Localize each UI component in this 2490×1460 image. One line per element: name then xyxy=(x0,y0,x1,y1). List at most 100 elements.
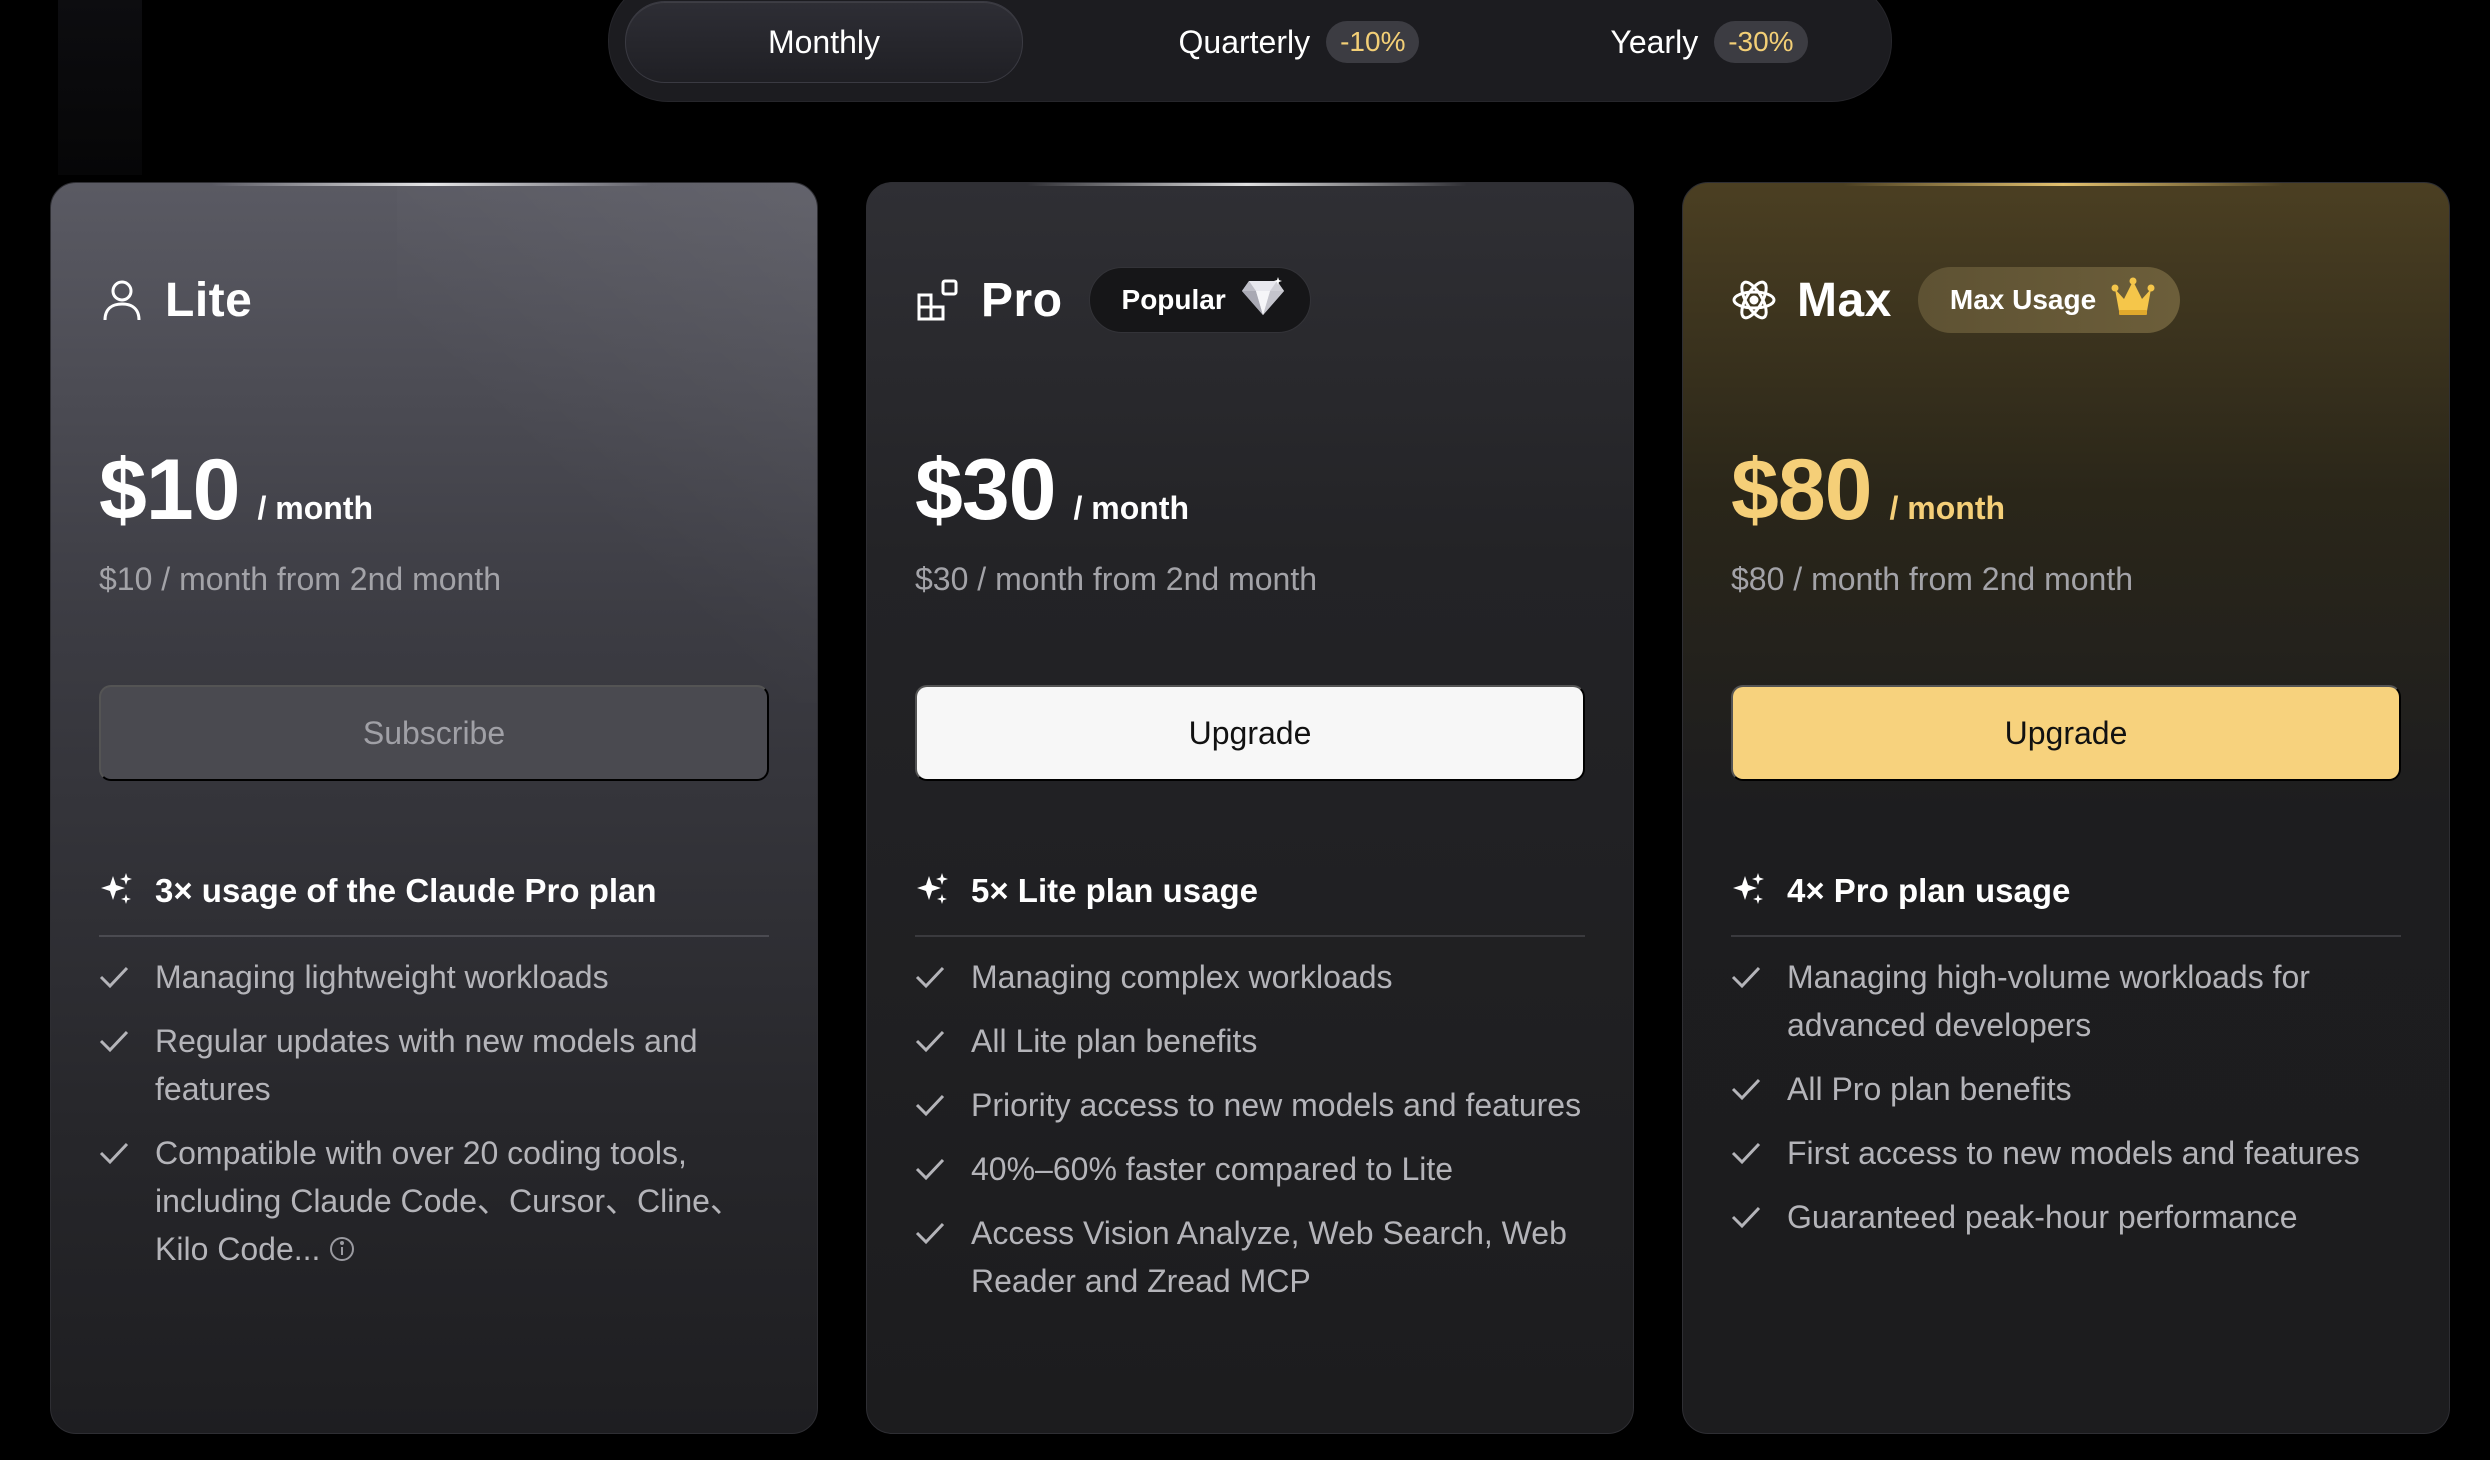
usage-summary: 5× Lite plan usage xyxy=(915,865,1585,917)
check-icon xyxy=(915,1017,949,1065)
price-amount: $10 xyxy=(99,442,240,538)
feature-item: Access Vision Analyze, Web Search, Web R… xyxy=(915,1209,1595,1305)
price-amount: $30 xyxy=(915,442,1056,538)
user-icon xyxy=(99,277,145,323)
check-icon xyxy=(915,1209,949,1257)
subscribe-button[interactable]: Subscribe xyxy=(99,685,769,781)
billing-period-toggle: Monthly Quarterly -10% Yearly -30% xyxy=(608,0,1892,102)
plan-card-max: Max Max Usage $80 / month $80 / month fr… xyxy=(1682,182,2450,1434)
usage-label: 3× usage of the Claude Pro plan xyxy=(155,872,657,909)
billing-option-monthly[interactable]: Monthly xyxy=(625,1,1023,83)
renewal-price: $30 / month from 2nd month xyxy=(915,561,1317,597)
plan-header: Pro Popular xyxy=(915,265,1311,335)
divider xyxy=(915,935,1585,937)
feature-text: First access to new models and features xyxy=(1787,1135,2360,1171)
check-icon xyxy=(915,953,949,1001)
renewal-price: $80 / month from 2nd month xyxy=(1731,561,2133,597)
feature-item: First access to new models and features xyxy=(1731,1129,2411,1177)
check-icon xyxy=(1731,1129,1765,1177)
billing-option-label: Yearly xyxy=(1610,23,1699,60)
upgrade-button[interactable]: Upgrade xyxy=(1731,685,2401,781)
sparkle-icon xyxy=(99,872,133,911)
price-period: / month xyxy=(257,490,374,526)
popular-badge: Popular xyxy=(1088,267,1311,333)
billing-option-label: Monthly xyxy=(767,23,881,60)
usage-label: 5× Lite plan usage xyxy=(971,872,1259,909)
plan-header: Max Max Usage xyxy=(1731,265,2181,335)
plan-price: $10 / month xyxy=(99,441,373,540)
plan-name: Max xyxy=(1797,273,1892,327)
feature-text-wrap: Compatible with over 20 coding tools, in… xyxy=(155,1129,775,1276)
atom-icon xyxy=(1731,277,1777,323)
check-icon xyxy=(1731,1065,1765,1113)
feature-item: Guaranteed peak-hour performance xyxy=(1731,1193,2411,1241)
feature-text: All Pro plan benefits xyxy=(1787,1071,2072,1107)
feature-item: Regular updates with new models and feat… xyxy=(99,1017,779,1113)
usage-summary: 3× usage of the Claude Pro plan xyxy=(99,865,769,917)
billing-option-yearly[interactable]: Yearly -30% xyxy=(1539,1,1879,83)
check-icon xyxy=(1731,953,1765,1001)
feature-text: Managing lightweight workloads xyxy=(155,959,609,995)
plan-name: Lite xyxy=(165,273,253,327)
price-period: / month xyxy=(1889,490,2006,526)
feature-text: Compatible with over 20 coding tools, in… xyxy=(155,1135,742,1267)
pricing-page: Monthly Quarterly -10% Yearly -30% Lite … xyxy=(0,0,2490,1460)
feature-text: Managing complex workloads xyxy=(971,959,1393,995)
discount-badge: -30% xyxy=(1714,21,1808,63)
check-icon xyxy=(99,1129,133,1177)
usage-summary: 4× Pro plan usage xyxy=(1731,865,2401,917)
feature-text: Priority access to new models and featur… xyxy=(971,1087,1582,1123)
plan-card-lite: Lite $10 / month $10 / month from 2nd mo… xyxy=(50,182,818,1434)
divider xyxy=(99,935,769,937)
check-icon xyxy=(1731,1193,1765,1241)
discount-badge: -10% xyxy=(1326,21,1420,63)
plan-price: $30 / month xyxy=(915,441,1189,540)
billing-option-quarterly[interactable]: Quarterly -10% xyxy=(1109,1,1489,83)
card-sheen xyxy=(397,183,817,703)
feature-text: Access Vision Analyze, Web Search, Web R… xyxy=(971,1215,1567,1299)
check-icon xyxy=(99,1017,133,1065)
plan-header: Lite xyxy=(99,265,252,335)
check-icon xyxy=(915,1145,949,1193)
feature-text: All Lite plan benefits xyxy=(971,1023,1258,1059)
feature-item: 40%–60% faster compared to Lite xyxy=(915,1145,1595,1193)
feature-item: Managing lightweight workloads xyxy=(99,953,779,1001)
badge-label: Popular xyxy=(1121,284,1226,315)
feature-list: Managing high-volume workloads for advan… xyxy=(1731,953,2411,1257)
info-icon[interactable] xyxy=(328,1228,356,1276)
feature-item: Priority access to new models and featur… xyxy=(915,1081,1595,1129)
price-period: / month xyxy=(1073,490,1190,526)
plan-name: Pro xyxy=(981,273,1063,327)
plan-price: $80 / month xyxy=(1731,441,2005,540)
check-icon xyxy=(99,953,133,1001)
max-usage-badge: Max Usage xyxy=(1917,267,2181,333)
check-icon xyxy=(915,1081,949,1129)
feature-list: Managing complex workloads All Lite plan… xyxy=(915,953,1595,1321)
plan-card-pro: Pro Popular $30 / month $30 / month from… xyxy=(866,182,1634,1434)
card-top-highlight xyxy=(1843,183,2283,186)
card-top-highlight xyxy=(1027,183,1467,186)
background-stripe xyxy=(58,0,142,175)
diamond-icon xyxy=(1240,276,1286,324)
renewal-price: $10 / month from 2nd month xyxy=(99,561,501,597)
feature-text: Managing high-volume workloads for advan… xyxy=(1787,959,2310,1043)
divider xyxy=(1731,935,2401,937)
usage-label: 4× Pro plan usage xyxy=(1787,872,2071,909)
billing-option-label: Quarterly xyxy=(1178,23,1311,60)
price-amount: $80 xyxy=(1731,442,1872,538)
badge-label: Max Usage xyxy=(1949,284,2097,315)
sparkle-icon xyxy=(1731,872,1765,911)
feature-list: Managing lightweight workloads Regular u… xyxy=(99,953,779,1292)
feature-item: Managing high-volume workloads for advan… xyxy=(1731,953,2411,1049)
blocks-icon xyxy=(915,277,961,323)
crown-icon xyxy=(2110,277,2156,324)
feature-item: All Lite plan benefits xyxy=(915,1017,1595,1065)
feature-text: Regular updates with new models and feat… xyxy=(155,1023,698,1107)
feature-item: All Pro plan benefits xyxy=(1731,1065,2411,1113)
feature-text: 40%–60% faster compared to Lite xyxy=(971,1151,1454,1187)
upgrade-button[interactable]: Upgrade xyxy=(915,685,1585,781)
feature-item: Compatible with over 20 coding tools, in… xyxy=(99,1129,779,1276)
sparkle-icon xyxy=(915,872,949,911)
feature-text: Guaranteed peak-hour performance xyxy=(1787,1199,2298,1235)
feature-item: Managing complex workloads xyxy=(915,953,1595,1001)
